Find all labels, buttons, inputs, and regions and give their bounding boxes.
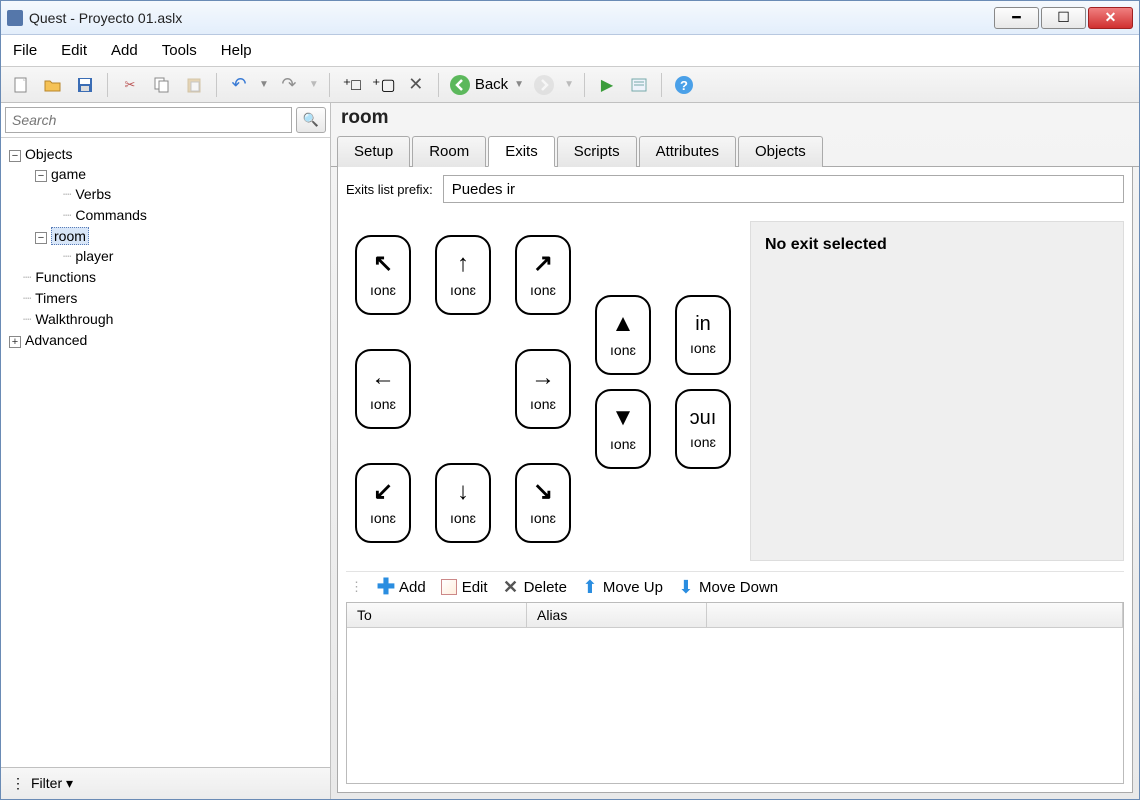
undo-dropdown[interactable]: ▼ [259, 79, 269, 90]
object-tree: −Objects −game ┈ Verbs ┈ Commands −room … [1, 138, 330, 767]
minimize-button[interactable]: ━ [994, 7, 1039, 29]
tree-player[interactable]: ┈ player [5, 246, 326, 267]
copy-button[interactable] [150, 73, 174, 97]
tab-scripts[interactable]: Scripts [557, 136, 637, 167]
exit-west[interactable]: ←ıonɛ [355, 349, 411, 429]
tree-game[interactable]: −game [5, 164, 326, 184]
add-exit-button[interactable]: ✚Add [377, 578, 426, 596]
menu-edit[interactable]: Edit [61, 42, 87, 59]
main-panel: room Setup Room Exits Scripts Attributes… [331, 103, 1139, 799]
move-down-button[interactable]: ⬇Move Down [677, 578, 778, 596]
page-title: room [331, 103, 1139, 135]
add-page-button[interactable]: ⁺▢ [372, 73, 396, 97]
exits-prefix-input[interactable] [443, 175, 1124, 203]
add-object-button[interactable]: ⁺□ [340, 73, 364, 97]
exit-south[interactable]: ↓ıonɛ [435, 463, 491, 543]
maximize-button[interactable]: ☐ [1041, 7, 1086, 29]
col-alias[interactable]: Alias [527, 603, 707, 627]
play-button[interactable]: ▶ [595, 73, 619, 97]
exit-northwest[interactable]: ↖ıonɛ [355, 235, 411, 315]
forward-button [532, 73, 556, 97]
tree-timers[interactable]: ┈ Timers [5, 288, 326, 309]
tree-commands[interactable]: ┈ Commands [5, 205, 326, 226]
tree-advanced[interactable]: +Advanced [5, 330, 326, 350]
redo-dropdown: ▼ [309, 79, 319, 90]
new-file-button[interactable] [9, 73, 33, 97]
tab-objects[interactable]: Objects [738, 136, 823, 167]
close-button[interactable]: ✕ [1088, 7, 1133, 29]
exit-southwest[interactable]: ↙ıonɛ [355, 463, 411, 543]
table-body[interactable] [347, 628, 1123, 783]
search-button[interactable]: 🔍 [296, 107, 326, 133]
help-button[interactable]: ? [672, 73, 696, 97]
filter-button[interactable]: ⋮ Filter ▾ [1, 767, 330, 799]
arrow-down-icon: ⬇ [677, 578, 695, 596]
arrow-up-icon: ⬆ [581, 578, 599, 596]
forward-dropdown: ▼ [564, 79, 574, 90]
tab-attributes[interactable]: Attributes [639, 136, 736, 167]
menu-file[interactable]: File [13, 42, 37, 59]
delete-exit-button[interactable]: ✕Delete [502, 578, 567, 596]
exit-northeast[interactable]: ↗ıonɛ [515, 235, 571, 315]
search-input[interactable] [5, 107, 292, 133]
redo-button: ↷ [277, 73, 301, 97]
exit-north[interactable]: ↑ıonɛ [435, 235, 491, 315]
tabs: Setup Room Exits Scripts Attributes Obje… [331, 135, 1139, 167]
cut-button[interactable]: ✂ [118, 73, 142, 97]
tree-walkthrough[interactable]: ┈ Walkthrough [5, 309, 326, 330]
edit-exit-button[interactable]: Edit [440, 578, 488, 596]
edit-icon [440, 578, 458, 596]
menu-help[interactable]: Help [221, 42, 252, 59]
col-to[interactable]: To [347, 603, 527, 627]
exit-southeast[interactable]: ↘ıonɛ [515, 463, 571, 543]
plus-icon: ✚ [377, 578, 395, 596]
undo-button[interactable]: ↶ [227, 73, 251, 97]
exits-prefix-label: Exits list prefix: [346, 182, 433, 197]
body-area: 🔍 −Objects −game ┈ Verbs ┈ Commands −roo… [1, 103, 1139, 799]
titlebar: Quest - Proyecto 01.aslx ━ ☐ ✕ [1, 1, 1139, 35]
move-up-button[interactable]: ⬆Move Up [581, 578, 663, 596]
exit-down[interactable]: ▼ıonɛ [595, 389, 651, 469]
table-header: To Alias [347, 603, 1123, 628]
tab-exits[interactable]: Exits [488, 136, 555, 167]
exit-out[interactable]: ɔuııonɛ [675, 389, 731, 469]
menu-tools[interactable]: Tools [162, 42, 197, 59]
tab-setup[interactable]: Setup [337, 136, 410, 167]
tree-room[interactable]: −room [5, 226, 326, 246]
exit-in[interactable]: inıonɛ [675, 295, 731, 375]
menubar: File Edit Add Tools Help [1, 35, 1139, 67]
tree-functions[interactable]: ┈ Functions [5, 267, 326, 288]
exit-actions: ⋮ ✚Add Edit ✕Delete ⬆Move Up ⬇Move Down [346, 571, 1124, 602]
tab-content-exits: Exits list prefix: ↖ıonɛ ↑ıonɛ ↗ıonɛ ←ıo… [337, 167, 1133, 793]
exit-up[interactable]: ▲ıonɛ [595, 295, 651, 375]
open-file-button[interactable] [41, 73, 65, 97]
app-icon [7, 10, 23, 26]
compass-grid: ↖ıonɛ ↑ıonɛ ↗ıonɛ ←ıonɛ →ıonɛ ▲ıonɛ ▼ıon… [346, 221, 740, 561]
svg-text:?: ? [680, 78, 688, 93]
script-button[interactable] [627, 73, 651, 97]
exits-table: To Alias [346, 602, 1124, 784]
back-button[interactable]: Back ▼ [449, 74, 524, 96]
window-title: Quest - Proyecto 01.aslx [29, 10, 994, 26]
tree-verbs[interactable]: ┈ Verbs [5, 184, 326, 205]
paste-button [182, 73, 206, 97]
back-dropdown[interactable]: ▼ [514, 79, 524, 90]
delete-icon: ✕ [502, 578, 520, 596]
tree-objects[interactable]: −Objects [5, 144, 326, 164]
exit-detail-panel: No exit selected [750, 221, 1124, 561]
tab-room[interactable]: Room [412, 136, 486, 167]
toolbar: ✂ ↶ ▼ ↷ ▼ ⁺□ ⁺▢ ✕ Back ▼ ▼ ▶ ? [1, 67, 1139, 103]
menu-add[interactable]: Add [111, 42, 138, 59]
back-icon [449, 74, 471, 96]
save-button[interactable] [73, 73, 97, 97]
delete-button[interactable]: ✕ [404, 73, 428, 97]
sidebar: 🔍 −Objects −game ┈ Verbs ┈ Commands −roo… [1, 103, 331, 799]
app-window: Quest - Proyecto 01.aslx ━ ☐ ✕ File Edit… [0, 0, 1140, 800]
exit-east[interactable]: →ıonɛ [515, 349, 571, 429]
